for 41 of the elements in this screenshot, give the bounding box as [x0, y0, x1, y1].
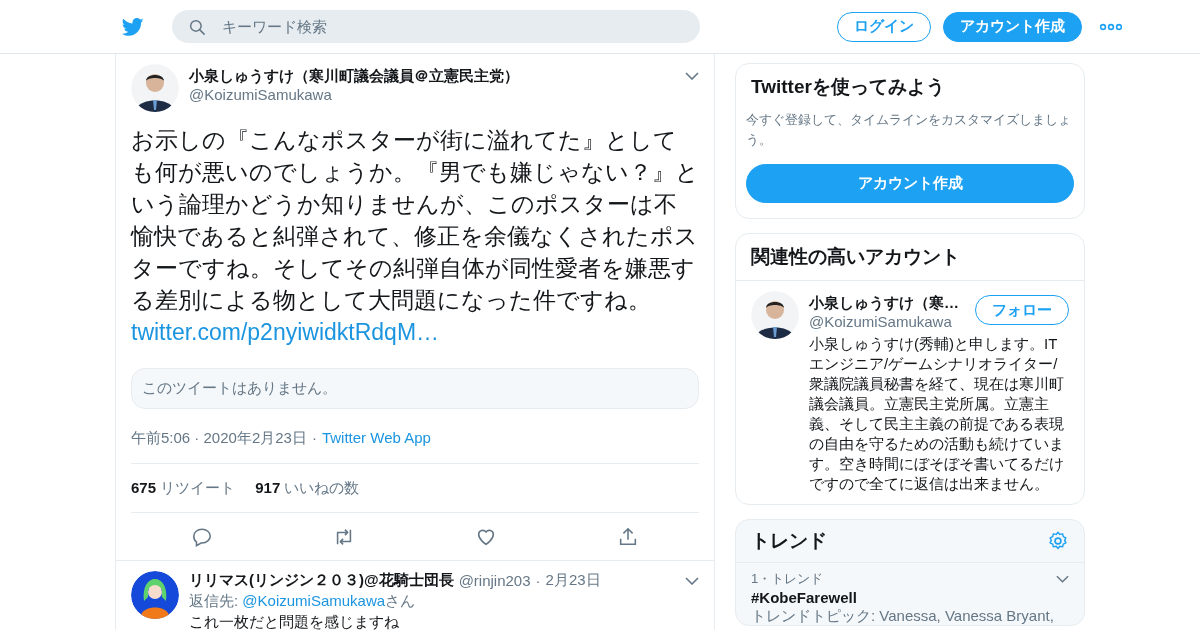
account-bio: 小泉しゅうすけ(秀輔)と申します。ITエンジニア/ゲームシナリオライター/衆議院議員秘書を経て、現在は寒川町議会議員。立憲民主党所属。立憲主義、そして民主主義の前提である表現の自由を守るための活動も続けています。空き時間にぼそぼそ書いてるだけですので全てに返信は出来ません。: [809, 334, 1065, 494]
tweet-text: お示しの『こんなポスターが街に溢れてた』としても何が悪いのでしょうか。『男でも嫌じゃない？』という論理かどうか知りませんが、このポスターは不愉快であると糾弾されて、修正を余儀なくされたポスターですね。そしてその糾弾自体が同性愛者を嫌悪する差別による物として大問題になった件ですね。: [131, 126, 699, 315]
trend-rank: 1・トレンド: [751, 570, 824, 588]
tweet-timestamp: 午前5:06 · 2020年2月23日: [131, 429, 307, 448]
account-handle[interactable]: @KoizumiSamukawa: [809, 313, 967, 330]
signup-button[interactable]: アカウント作成: [943, 11, 1082, 42]
more-icon[interactable]: [1100, 22, 1122, 31]
signup-description: 今すぐ登録して、タイムラインをカスタマイズしましょう。: [746, 111, 1072, 149]
author-handle[interactable]: @KoizumiSamukawa: [189, 86, 675, 103]
card-title: 関連性の高いアカウント: [736, 234, 1084, 281]
trend-topics: トレンドトピック: Vanessa, Vanessa Bryant,: [751, 607, 1055, 625]
reply-icon[interactable]: [191, 526, 213, 548]
chevron-down-icon[interactable]: [685, 576, 699, 585]
separator-dot: ·: [535, 572, 541, 589]
account-name[interactable]: 小泉しゅうすけ（寒…: [809, 291, 967, 313]
reply-text: これ一枚だと問題を感じますね: [189, 613, 400, 630]
mention-link[interactable]: @KoizumiSamukawa: [242, 592, 386, 609]
follow-button[interactable]: フォロー: [975, 295, 1069, 325]
author-name[interactable]: 小泉しゅうすけ（寒川町議会議員＠立憲民主党）: [189, 64, 675, 86]
author-name[interactable]: リリマス(リンジン２０３)@花騎士団長: [189, 571, 454, 590]
stat-count[interactable]: 917 いいねの数: [255, 479, 360, 498]
card-title: トレンド: [751, 529, 827, 553]
search-field[interactable]: キーワード検索: [172, 10, 700, 43]
stat-count[interactable]: 675 リツイート: [131, 479, 236, 498]
tweet-link[interactable]: twitter.com/p2nyiwidktRdqM…: [131, 316, 440, 348]
separator-dot: ·: [311, 429, 317, 448]
settings-icon[interactable]: [1047, 530, 1069, 552]
login-button[interactable]: ログイン: [837, 11, 931, 42]
card-title: Twitterを使ってみよう: [750, 75, 946, 99]
tweet-date[interactable]: 2月23日: [545, 571, 601, 590]
unavailable-quote: このツイートはありません。: [131, 368, 699, 409]
search-icon: [188, 18, 206, 36]
chevron-down-icon[interactable]: [1056, 575, 1069, 583]
signup-button[interactable]: アカウント作成: [746, 164, 1074, 203]
share-icon[interactable]: [617, 526, 639, 548]
chevron-down-icon[interactable]: [685, 72, 699, 80]
source-link[interactable]: Twitter Web App: [321, 429, 431, 448]
reply-to-label: 返信先:: [189, 592, 240, 609]
honorific-text: さん: [385, 592, 416, 609]
author-handle[interactable]: @rinjin203: [458, 572, 531, 589]
trend-name[interactable]: #KobeFarewell: [751, 589, 1069, 607]
